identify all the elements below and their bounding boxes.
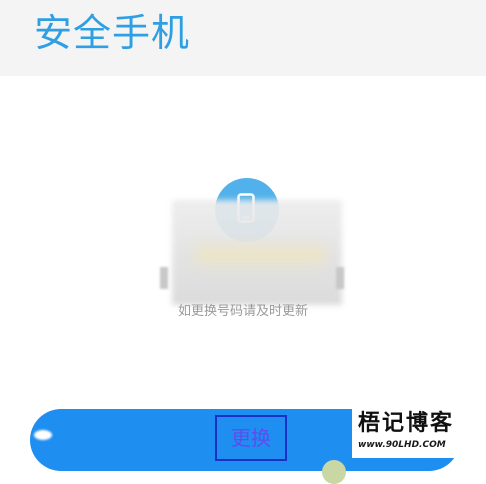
change-button-label[interactable]: 更换 — [215, 415, 287, 461]
blurred-edge-right — [336, 267, 344, 289]
bottom-dot — [322, 460, 346, 484]
header-bar: 安全手机 — [0, 0, 486, 76]
watermark: 梧记博客 www.90LHD.COM — [352, 408, 486, 458]
phone-illustration — [160, 175, 345, 305]
blurred-highlight — [195, 245, 325, 265]
update-hint-text: 如更换号码请及时更新 — [177, 304, 308, 319]
page-title: 安全手机 — [34, 11, 191, 55]
blurred-edge-left — [160, 267, 168, 289]
watermark-title: 梧记博客 — [358, 411, 455, 436]
button-glare — [34, 430, 52, 440]
watermark-url: www.90LHD.COM — [358, 440, 446, 450]
